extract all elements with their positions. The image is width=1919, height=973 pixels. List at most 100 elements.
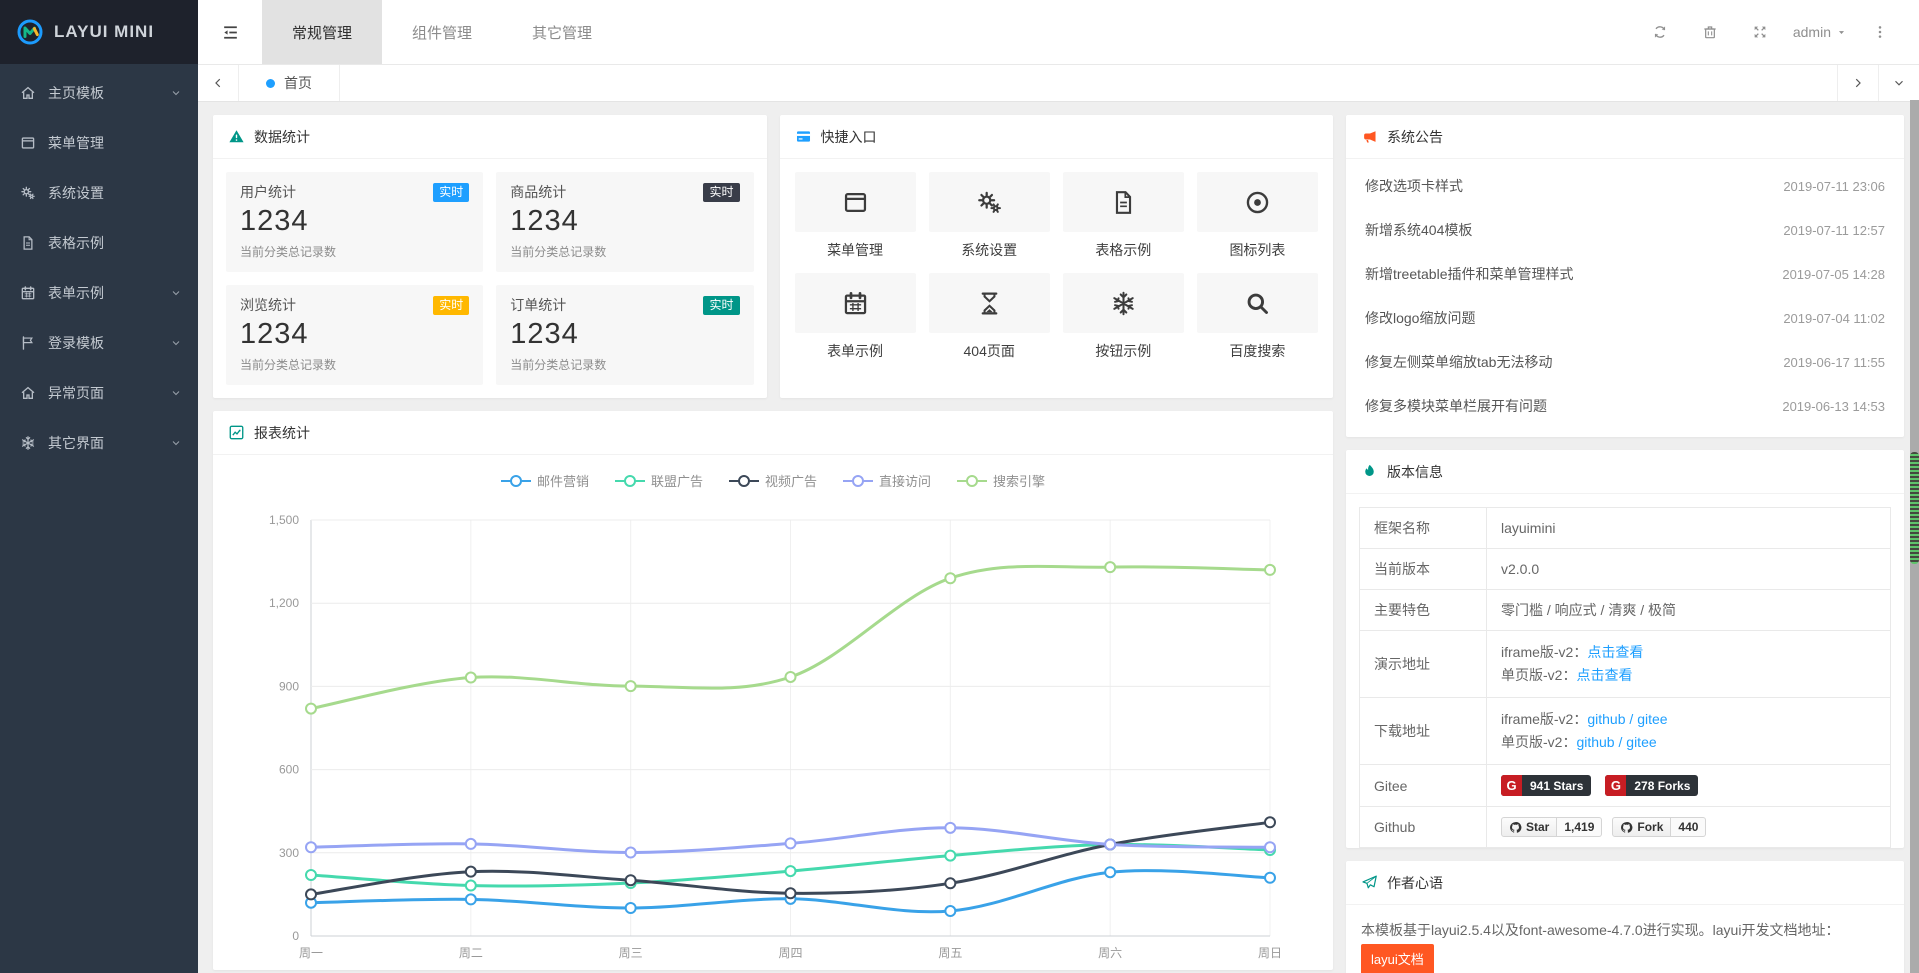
sidebar-item-异常页面[interactable]: 异常页面 [0,368,198,418]
legend-marker-icon [615,474,645,488]
tabs-scroll-left-button[interactable] [198,65,239,101]
quick-entry-404页面[interactable]: 404页面 [929,273,1050,361]
github-Fork-widget[interactable]: Fork440 [1612,817,1706,837]
fire-icon [1361,463,1378,480]
announcement-row[interactable]: 修改选项卡样式2019-07-11 23:06 [1365,164,1885,208]
version-link-点击查看[interactable]: 点击查看 [1587,644,1643,660]
svg-text:600: 600 [279,763,299,777]
announcement-row[interactable]: 修复多模块菜单栏展开有问题2019-06-13 14:53 [1365,384,1885,428]
version-row-label: 下载地址 [1360,698,1487,765]
version-row-Github: GithubStar1,419Fork440 [1360,807,1891,848]
logo-text: LAYUI MINI [54,22,154,42]
legend-item-联盟广告[interactable]: 联盟广告 [615,471,703,490]
quick-entry-card: 快捷入口 菜单管理系统设置表格示例图标列表表单示例404页面按钮示例百度搜索 [780,115,1334,398]
collapse-sidebar-button[interactable] [198,0,262,64]
sidebar-item-表格示例[interactable]: 表格示例 [0,218,198,268]
legend-item-搜索引擎[interactable]: 搜索引擎 [957,471,1045,490]
version-link-line: iframe版-v2：点击查看 [1501,641,1876,664]
header-nav-组件管理[interactable]: 组件管理 [382,0,502,64]
github-Star-button[interactable]: Star [1501,817,1557,837]
realtime-badge: 实时 [703,183,739,202]
search-icon [1197,273,1318,333]
quick-entry-label: 系统设置 [929,240,1050,260]
quick-entry-表单示例[interactable]: 表单示例 [795,273,916,361]
scrollbar-thumb[interactable] [1910,452,1919,564]
stats-grid: 用户统计实时1234当前分类总记录数商品统计实时1234当前分类总记录数浏览统计… [213,159,767,398]
announcement-row[interactable]: 新增系统404模板2019-07-11 12:57 [1365,208,1885,252]
author-title: 作者心语 [1387,873,1443,893]
version-link-gitee[interactable]: gitee [1637,711,1667,727]
stat-value: 1234 [240,205,469,238]
logo[interactable]: LAYUI MINI [0,0,198,64]
github-Fork-button[interactable]: Fork [1612,817,1671,837]
quick-entry-菜单管理[interactable]: 菜单管理 [795,172,916,260]
quick-entry-label: 菜单管理 [795,240,916,260]
version-link-gitee[interactable]: gitee [1626,734,1656,750]
version-link-line: iframe版-v2：github / gitee [1501,708,1876,731]
gitee-badge[interactable]: G278 Forks [1605,775,1698,796]
legend-item-视频广告[interactable]: 视频广告 [729,471,817,490]
layui-doc-link[interactable]: layui文档 [1361,944,1434,973]
tabs-scroll-right-button[interactable] [1837,65,1878,101]
version-row-value: Star1,419 Fork440 [1487,807,1891,848]
stat-desc: 当前分类总记录数 [510,243,739,260]
svg-text:0: 0 [292,929,299,943]
quick-entry-百度搜索[interactable]: 百度搜索 [1197,273,1318,361]
legend-label: 搜索引擎 [993,471,1045,490]
credit-card-icon [795,128,812,145]
quick-grid: 菜单管理系统设置表格示例图标列表表单示例 404页面按钮示例百度搜索 [780,159,1334,376]
chevron-down-icon [170,437,182,449]
version-link-点击查看[interactable]: 点击查看 [1576,667,1632,683]
github-button-label: Fork [1637,820,1663,834]
svg-text:周五: 周五 [938,946,962,960]
version-row-value: iframe版-v2：点击查看单页版-v2：点击查看 [1487,631,1891,698]
bullhorn-icon [1361,128,1378,145]
version-link-github[interactable]: github [1587,711,1625,727]
sidebar-item-其它界面[interactable]: 其它界面 [0,418,198,468]
tabs-actions-button[interactable] [1878,65,1919,101]
stats-card: 数据统计 用户统计实时1234当前分类总记录数商品统计实时1234当前分类总记录… [213,115,767,398]
sidebar-item-表单示例[interactable]: 表单示例 [0,268,198,318]
link-prefix: 单页版-v2： [1501,734,1576,750]
quick-entry-label: 按钮示例 [1063,341,1184,361]
svg-text:1,500: 1,500 [269,513,299,527]
quick-entry-label: 表单示例 [795,341,916,361]
legend-item-直接访问[interactable]: 直接访问 [843,471,931,490]
tab-home[interactable]: 首页 [239,65,340,101]
sidebar-item-系统设置[interactable]: 系统设置 [0,168,198,218]
refresh-button[interactable] [1635,24,1685,40]
version-header: 版本信息 [1346,450,1904,494]
legend-item-邮件营销[interactable]: 邮件营销 [501,471,589,490]
announcement-row[interactable]: 新增treetable插件和菜单管理样式2019-07-05 14:28 [1365,252,1885,296]
scrollbar-track[interactable] [1910,100,1919,973]
version-link-line: 单页版-v2：点击查看 [1501,664,1876,687]
version-link-github[interactable]: github [1576,734,1614,750]
quick-entry-按钮示例[interactable]: 按钮示例 [1063,273,1184,361]
stat-value: 1234 [240,318,469,351]
announcement-row[interactable]: 修复左侧菜单缩放tab无法移动2019-06-17 11:55 [1365,340,1885,384]
quick-entry-表格示例[interactable]: 表格示例 [1063,172,1184,260]
clear-cache-button[interactable] [1685,24,1735,40]
quick-entry-图标列表[interactable]: 图标列表 [1197,172,1318,260]
author-body: 本模板基于layui2.5.4以及font-awesome-4.7.0进行实现。… [1346,905,1904,973]
github-Star-widget[interactable]: Star1,419 [1501,817,1602,837]
quick-entry-系统设置[interactable]: 系统设置 [929,172,1050,260]
header-nav-常规管理[interactable]: 常规管理 [262,0,382,64]
paper-plane-icon [1361,874,1378,891]
window-icon [795,172,916,232]
header-nav-其它管理[interactable]: 其它管理 [502,0,622,64]
announcement-row[interactable]: 修改logo缩放问题2019-07-04 11:02 [1365,296,1885,340]
stat-label: 用户统计 [240,182,296,202]
quick-entry-label: 表格示例 [1063,240,1184,260]
sidebar-item-菜单管理[interactable]: 菜单管理 [0,118,198,168]
sidebar-item-登录模板[interactable]: 登录模板 [0,318,198,368]
gitee-badge[interactable]: G941 Stars [1501,775,1591,796]
sidebar-item-主页模板[interactable]: 主页模板 [0,68,198,118]
header-nav: 常规管理组件管理其它管理 [262,0,622,64]
user-dropdown[interactable]: admin [1793,24,1847,40]
fullscreen-button[interactable] [1735,24,1785,40]
chevron-down-icon [170,337,182,349]
announcements-card: 系统公告 修改选项卡样式2019-07-11 23:06新增系统404模板201… [1346,115,1904,437]
more-menu-button[interactable] [1855,24,1905,40]
page-tabs-bar: 首页 [198,65,1919,102]
